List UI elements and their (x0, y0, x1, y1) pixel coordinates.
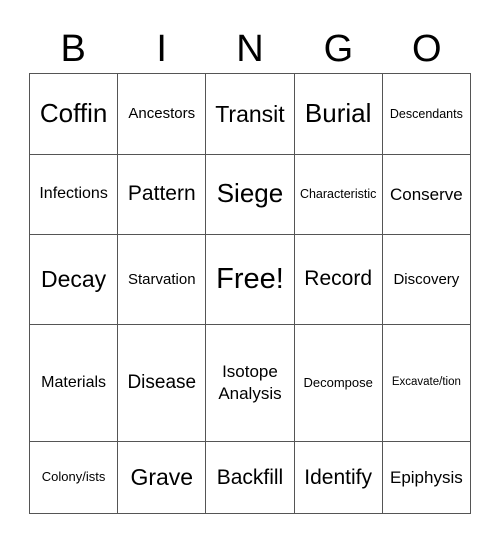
bingo-cell[interactable]: Pattern (117, 153, 207, 236)
free-space[interactable]: Free! (205, 234, 295, 325)
bingo-cell[interactable]: Siege (205, 153, 295, 236)
bingo-cell[interactable]: Characteristic (293, 153, 383, 236)
bingo-row: Materials Disease Isotope Analysis Decom… (28, 323, 472, 443)
bingo-card: Coffin Ancestors Transit Burial Descenda… (28, 73, 472, 514)
bingo-cell[interactable]: Isotope Analysis (205, 323, 295, 443)
bingo-cell[interactable]: Identify (293, 441, 383, 514)
bingo-cell[interactable]: Transit (205, 73, 295, 155)
bingo-cell[interactable]: Ancestors (117, 73, 207, 155)
bingo-row: Decay Starvation Free! Record Discovery (28, 234, 472, 325)
bingo-cell[interactable]: Infections (28, 153, 119, 236)
bingo-cell[interactable]: Descendants (381, 73, 472, 155)
bingo-row: Coffin Ancestors Transit Burial Descenda… (28, 73, 472, 155)
bingo-row: Infections Pattern Siege Characteristic … (28, 153, 472, 236)
bingo-cell[interactable]: Decay (28, 234, 119, 325)
bingo-cell[interactable]: Grave (117, 441, 207, 514)
bingo-cell[interactable]: Burial (293, 73, 383, 155)
bingo-cell[interactable]: Coffin (28, 73, 119, 155)
bingo-cell[interactable]: Record (293, 234, 383, 325)
bingo-header: B I N G O (29, 24, 471, 74)
bingo-cell[interactable]: Decompose (293, 323, 383, 443)
header-letter-b: B (60, 28, 86, 70)
bingo-cell[interactable]: Excavate/tion (381, 323, 472, 443)
header-letter-g: G (323, 28, 354, 70)
header-letter-i: I (156, 28, 167, 70)
bingo-cell[interactable]: Backfill (205, 441, 295, 514)
bingo-cell[interactable]: Starvation (117, 234, 207, 325)
bingo-cell[interactable]: Conserve (381, 153, 472, 236)
bingo-row: Colony/ists Grave Backfill Identify Epip… (28, 441, 472, 514)
bingo-cell[interactable]: Materials (28, 323, 119, 443)
header-letter-o: O (412, 28, 442, 70)
bingo-cell[interactable]: Epiphysis (381, 441, 472, 514)
bingo-cell[interactable]: Discovery (381, 234, 472, 325)
bingo-cell[interactable]: Disease (117, 323, 207, 443)
bingo-cell[interactable]: Colony/ists (28, 441, 119, 514)
header-letter-n: N (236, 28, 264, 70)
